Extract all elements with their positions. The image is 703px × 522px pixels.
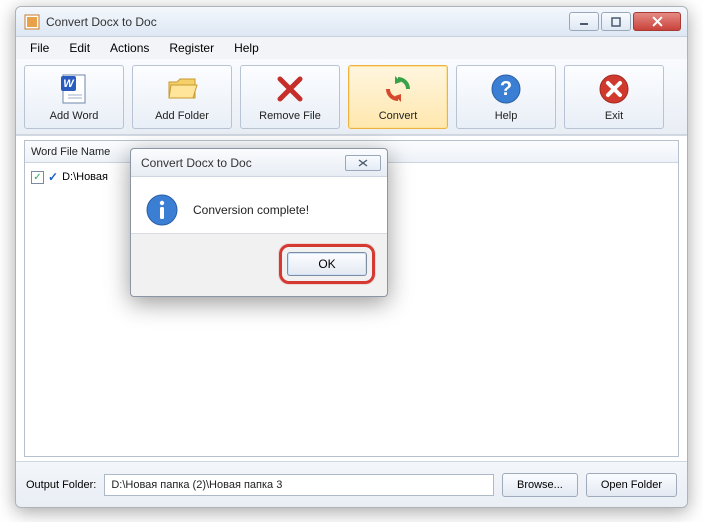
output-bar: Output Folder: Browse... Open Folder [16,461,687,507]
ok-highlight: OK [279,244,375,284]
dialog-footer: OK [131,234,387,296]
dialog-close-button[interactable] [345,155,381,171]
folder-icon [165,72,199,106]
toolbar: W Add Word Add Folder Remove File [16,59,687,135]
exit-label: Exit [605,110,623,122]
add-folder-button[interactable]: Add Folder [132,65,232,129]
remove-file-button[interactable]: Remove File [240,65,340,129]
output-folder-input[interactable] [104,474,494,496]
exit-button[interactable]: Exit [564,65,664,129]
add-word-label: Add Word [50,110,99,122]
browse-button[interactable]: Browse... [502,473,578,497]
status-check-icon: ✓ [48,170,58,184]
info-icon [145,193,179,227]
window-title: Convert Docx to Doc [46,15,567,29]
dialog-title: Convert Docx to Doc [141,156,252,170]
menubar: File Edit Actions Register Help [16,37,687,59]
output-folder-label: Output Folder: [26,479,96,491]
maximize-button[interactable] [601,12,631,31]
col-word-file-name: Word File Name [31,146,110,158]
app-icon [24,14,40,30]
minimize-button[interactable] [569,12,599,31]
menu-file[interactable]: File [22,39,57,57]
open-folder-button[interactable]: Open Folder [586,473,677,497]
word-document-icon: W [57,72,91,106]
close-button[interactable] [633,12,681,31]
exit-icon [597,72,631,106]
remove-x-icon [273,72,307,106]
menu-actions[interactable]: Actions [102,39,157,57]
dialog-message: Conversion complete! [193,203,309,217]
convert-label: Convert [379,110,418,122]
help-button[interactable]: ? Help [456,65,556,129]
titlebar: Convert Docx to Doc [16,7,687,37]
dialog-body: Conversion complete! [131,177,387,234]
window-controls [567,12,681,31]
close-icon [357,159,369,167]
menu-register[interactable]: Register [161,39,222,57]
conversion-complete-dialog: Convert Docx to Doc Conversion complete!… [130,148,388,297]
convert-arrows-icon [381,72,415,106]
checkbox-icon[interactable]: ✓ [31,171,44,184]
help-label: Help [495,110,518,122]
ok-button[interactable]: OK [287,252,367,276]
dialog-titlebar: Convert Docx to Doc [131,149,387,177]
remove-file-label: Remove File [259,110,321,122]
svg-text:?: ? [500,78,512,100]
file-path: D:\Новая [62,171,108,183]
add-word-button[interactable]: W Add Word [24,65,124,129]
svg-text:W: W [63,78,75,90]
convert-button[interactable]: Convert [348,65,448,129]
help-icon: ? [489,72,523,106]
menu-help[interactable]: Help [226,39,267,57]
menu-edit[interactable]: Edit [61,39,98,57]
add-folder-label: Add Folder [155,110,209,122]
